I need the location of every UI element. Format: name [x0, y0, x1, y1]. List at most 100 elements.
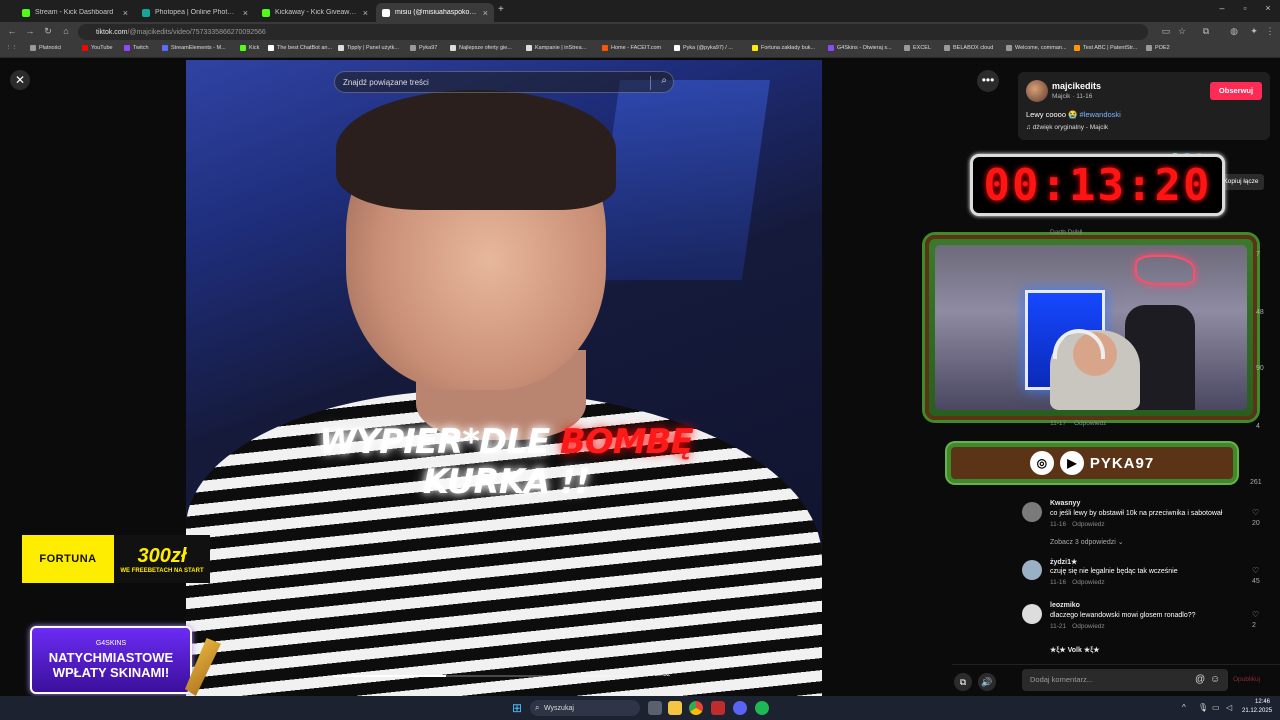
menu-icon[interactable]: ⋮	[1264, 26, 1276, 37]
bookmark-star-icon[interactable]: ☆	[1176, 26, 1188, 37]
video-progress-bar[interactable]	[333, 675, 633, 677]
close-tab-icon[interactable]: ×	[363, 8, 368, 18]
network-icon[interactable]: ▭	[1212, 703, 1220, 712]
bookmark-item[interactable]: Kick	[240, 45, 259, 51]
address-path: /@majcikedits/video/7573335866270092566	[127, 28, 266, 36]
cast-icon[interactable]: ▭	[1160, 26, 1172, 37]
fortuna-promo: 300zł WE FREEBETACH NA START	[114, 535, 210, 583]
comment-username[interactable]: Kwasnyy	[1050, 500, 1080, 507]
comment-username[interactable]: żydzi1★	[1050, 558, 1077, 566]
discord-icon[interactable]	[733, 701, 747, 715]
app-icon[interactable]	[711, 701, 725, 715]
post-button[interactable]: Opublikuj	[1233, 676, 1260, 683]
more-options-icon[interactable]: •••	[977, 70, 999, 92]
windows-taskbar: ⊞ ⌕ Wyszukaj ^ 🎙 ▭ ◁ 12:46 21.12.2025	[0, 696, 1280, 720]
bookmark-item[interactable]: YouTube	[82, 45, 113, 51]
chrome-icon[interactable]	[689, 701, 703, 715]
new-tab-icon[interactable]: +	[498, 4, 504, 15]
bookmark-item[interactable]: Pyka97	[410, 45, 437, 51]
comment-username[interactable]: ★ξ★ Volk ★ξ★	[1050, 646, 1100, 654]
close-icon[interactable]: ✕	[10, 70, 30, 90]
forward-icon[interactable]: →	[24, 26, 36, 36]
bookmark-item[interactable]: BELABOX cloud	[944, 45, 993, 51]
clock-date[interactable]: 21.12.2025	[1242, 708, 1272, 714]
kick-icon	[262, 8, 270, 17]
avatar[interactable]	[1022, 604, 1042, 624]
bookmark-item[interactable]: Kampanie | inStrea...	[526, 45, 586, 51]
tab-kick-dashboard[interactable]: Stream - Kick Dashboard ×	[16, 3, 134, 22]
reply-link[interactable]: Odpowiedz	[1074, 420, 1107, 427]
bookmark-item[interactable]: The best ChatBot an...	[268, 45, 332, 51]
microphone-icon[interactable]: 🎙	[1198, 703, 1208, 712]
tab-tiktok[interactable]: misiu (@misiuahaspoko) | T ×	[376, 3, 494, 22]
bookmark-item[interactable]: Płatności	[30, 45, 61, 51]
bookmark-item[interactable]: EXCEL	[904, 45, 931, 51]
view-replies-link[interactable]: Zobacz 3 odpowiedzi ⌄	[1050, 538, 1124, 546]
hashtag-link[interactable]: #lewandoski	[1080, 110, 1121, 119]
windows-start-icon[interactable]: ⊞	[512, 701, 522, 715]
back-icon[interactable]: ←	[6, 26, 18, 36]
countdown-timer-overlay: 00:13:20	[970, 154, 1225, 216]
emoji-icon[interactable]: ☺	[1210, 674, 1220, 685]
volume-icon[interactable]: ◁	[1226, 703, 1232, 712]
search-icon[interactable]: ⌕	[661, 75, 667, 86]
close-tab-icon[interactable]: ×	[123, 8, 128, 18]
bookmark-item[interactable]: Najlepsze oferty gie...	[450, 45, 512, 51]
extensions-icon[interactable]: ⧉	[1200, 26, 1212, 37]
taskbar-search[interactable]: ⌕ Wyszukaj	[530, 700, 640, 716]
close-tab-icon[interactable]: ×	[483, 8, 488, 18]
minimize-icon[interactable]: –	[1212, 3, 1232, 13]
tray-chevron-icon[interactable]: ^	[1182, 703, 1186, 712]
bookmark-item[interactable]: StreamElements - M...	[162, 45, 226, 51]
comment-item: żydzi1★ czuję się nie legalnie będąc tak…	[1022, 558, 1260, 592]
g4skins-ad-overlay: G4SKINS NATYCHMIASTOWE WPŁATY SKINAMI!	[30, 626, 192, 694]
related-search-input[interactable]: Znajdź powiązane treści ⌕	[334, 71, 674, 93]
avatar[interactable]	[1022, 560, 1042, 580]
picture-in-picture-icon[interactable]: ⧉	[954, 673, 972, 691]
avatar[interactable]	[1026, 80, 1048, 102]
tab-kickaway[interactable]: Kickaway - Kick Giveaway Tool ×	[256, 3, 374, 22]
bookmark-item[interactable]: Twitch	[124, 45, 149, 51]
task-view-icon[interactable]	[648, 701, 662, 715]
address-bar[interactable]: tiktok.com/@majcikedits/video/7573335866…	[78, 24, 1148, 40]
reload-icon[interactable]: ↻	[42, 26, 54, 37]
video-player[interactable]: WYPIER*DLE BOMBĘ KURKA !!	[186, 60, 822, 696]
heart-icon[interactable]: ♡	[1252, 610, 1259, 619]
close-tab-icon[interactable]: ×	[243, 8, 248, 18]
comment-username[interactable]: leozmiko	[1050, 602, 1080, 609]
avatar[interactable]	[1022, 502, 1042, 522]
caption-text-end: KURKA !!	[422, 462, 590, 502]
tab-photopea[interactable]: Photopea | Online Photo Editor ×	[136, 3, 254, 22]
heart-icon[interactable]: ♡	[1252, 566, 1259, 575]
extension-icon[interactable]: ✦	[1248, 26, 1260, 37]
bookmark-favicon-icon	[1006, 45, 1012, 51]
apps-grid-icon[interactable]: ⋮⋮	[6, 45, 17, 51]
maximize-icon[interactable]: ▫	[1235, 3, 1255, 13]
volume-icon[interactable]: 🔊	[978, 673, 996, 691]
reply-link[interactable]: Odpowiedz	[1072, 579, 1105, 586]
bookmark-item[interactable]: Fortuna zakłady buk...	[752, 45, 815, 51]
follow-button[interactable]: Obserwuj	[1210, 82, 1262, 100]
profile-icon[interactable]: ◍	[1228, 26, 1240, 37]
bookmark-item[interactable]: Tipply | Panel użytk...	[338, 45, 399, 51]
spotify-icon[interactable]	[755, 701, 769, 715]
window-close-icon[interactable]: ×	[1258, 3, 1278, 13]
author-name[interactable]: majcikedits	[1052, 81, 1101, 91]
bookmark-label: BELABOX cloud	[953, 45, 994, 51]
bookmark-item[interactable]: POE2	[1146, 45, 1170, 51]
file-explorer-icon[interactable]	[668, 701, 682, 715]
bookmark-item[interactable]: G4Skins - Otwieraj s...	[828, 45, 892, 51]
g4skins-line2: WPŁATY SKINAMI!	[52, 665, 170, 680]
reply-link[interactable]: Odpowiedz	[1072, 623, 1105, 630]
bookmark-item[interactable]: Test ABC | PatentStr...	[1074, 45, 1137, 51]
clock-time[interactable]: 12:46	[1255, 699, 1270, 705]
reply-link[interactable]: Odpowiedz	[1072, 521, 1105, 528]
bookmark-item[interactable]: Welcome, comman...	[1006, 45, 1067, 51]
bookmark-item[interactable]: Home - FACEIT.com	[602, 45, 661, 51]
sound-link[interactable]: ♫ dźwięk oryginalny - Majcik	[1026, 124, 1108, 131]
home-icon[interactable]: ⌂	[60, 26, 72, 36]
comment-username: Darth Dribll	[1050, 229, 1083, 236]
mention-icon[interactable]: @	[1195, 674, 1205, 685]
heart-icon[interactable]: ♡	[1252, 508, 1259, 517]
bookmark-item[interactable]: Pyka (@pyka97) / ...	[674, 45, 733, 51]
